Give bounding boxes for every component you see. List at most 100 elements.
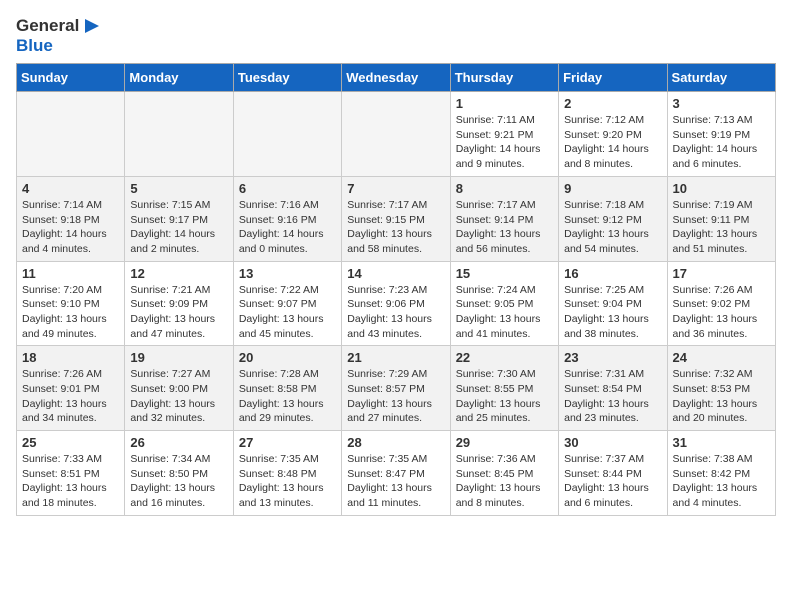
day-info: Sunrise: 7:28 AMSunset: 8:58 PMDaylight:… bbox=[239, 367, 336, 426]
day-info: Sunrise: 7:31 AMSunset: 8:54 PMDaylight:… bbox=[564, 367, 661, 426]
day-cell-29: 29 Sunrise: 7:36 AMSunset: 8:45 PMDayligh… bbox=[450, 431, 558, 516]
day-cell-10: 10 Sunrise: 7:19 AMSunset: 9:11 PMDayligh… bbox=[667, 176, 775, 261]
day-info: Sunrise: 7:21 AMSunset: 9:09 PMDaylight:… bbox=[130, 283, 227, 342]
day-cell-19: 19 Sunrise: 7:27 AMSunset: 9:00 PMDayligh… bbox=[125, 346, 233, 431]
day-number: 4 bbox=[22, 181, 119, 196]
day-number: 19 bbox=[130, 350, 227, 365]
col-header-monday: Monday bbox=[125, 64, 233, 92]
day-number: 3 bbox=[673, 96, 770, 111]
day-number: 2 bbox=[564, 96, 661, 111]
col-header-sunday: Sunday bbox=[17, 64, 125, 92]
day-info: Sunrise: 7:35 AMSunset: 8:47 PMDaylight:… bbox=[347, 452, 444, 511]
day-cell-12: 12 Sunrise: 7:21 AMSunset: 9:09 PMDayligh… bbox=[125, 261, 233, 346]
day-info: Sunrise: 7:24 AMSunset: 9:05 PMDaylight:… bbox=[456, 283, 553, 342]
day-info: Sunrise: 7:32 AMSunset: 8:53 PMDaylight:… bbox=[673, 367, 770, 426]
header: General Blue bbox=[16, 16, 776, 55]
day-info: Sunrise: 7:16 AMSunset: 9:16 PMDaylight:… bbox=[239, 198, 336, 257]
col-header-wednesday: Wednesday bbox=[342, 64, 450, 92]
logo: General Blue bbox=[16, 16, 99, 55]
day-number: 13 bbox=[239, 266, 336, 281]
day-number: 1 bbox=[456, 96, 553, 111]
day-cell-3: 3 Sunrise: 7:13 AMSunset: 9:19 PMDaylight… bbox=[667, 92, 775, 177]
day-info: Sunrise: 7:19 AMSunset: 9:11 PMDaylight:… bbox=[673, 198, 770, 257]
day-cell-2: 2 Sunrise: 7:12 AMSunset: 9:20 PMDaylight… bbox=[559, 92, 667, 177]
day-cell-24: 24 Sunrise: 7:32 AMSunset: 8:53 PMDayligh… bbox=[667, 346, 775, 431]
col-header-tuesday: Tuesday bbox=[233, 64, 341, 92]
day-number: 30 bbox=[564, 435, 661, 450]
day-number: 6 bbox=[239, 181, 336, 196]
day-info: Sunrise: 7:25 AMSunset: 9:04 PMDaylight:… bbox=[564, 283, 661, 342]
logo-chevron-icon bbox=[81, 17, 99, 35]
day-number: 7 bbox=[347, 181, 444, 196]
day-cell-9: 9Sunrise: 7:18 AMSunset: 9:12 PMDaylight… bbox=[559, 176, 667, 261]
day-number: 31 bbox=[673, 435, 770, 450]
day-number: 28 bbox=[347, 435, 444, 450]
day-number: 21 bbox=[347, 350, 444, 365]
day-info: Sunrise: 7:12 AMSunset: 9:20 PMDaylight:… bbox=[564, 113, 661, 172]
day-cell-28: 28 Sunrise: 7:35 AMSunset: 8:47 PMDayligh… bbox=[342, 431, 450, 516]
day-number: 26 bbox=[130, 435, 227, 450]
day-cell-26: 26 Sunrise: 7:34 AMSunset: 8:50 PMDayligh… bbox=[125, 431, 233, 516]
day-cell-1: 1Sunrise: 7:11 AMSunset: 9:21 PMDaylight… bbox=[450, 92, 558, 177]
day-info: Sunrise: 7:29 AMSunset: 8:57 PMDaylight:… bbox=[347, 367, 444, 426]
day-info: Sunrise: 7:18 AMSunset: 9:12 PMDaylight:… bbox=[564, 198, 661, 257]
day-info: Sunrise: 7:15 AMSunset: 9:17 PMDaylight:… bbox=[130, 198, 227, 257]
col-header-thursday: Thursday bbox=[450, 64, 558, 92]
day-cell-8: 8 Sunrise: 7:17 AMSunset: 9:14 PMDaylight… bbox=[450, 176, 558, 261]
day-cell-14: 14 Sunrise: 7:23 AMSunset: 9:06 PMDayligh… bbox=[342, 261, 450, 346]
day-number: 11 bbox=[22, 266, 119, 281]
day-cell-18: 18Sunrise: 7:26 AMSunset: 9:01 PMDayligh… bbox=[17, 346, 125, 431]
day-info: Sunrise: 7:17 AMSunset: 9:15 PMDaylight:… bbox=[347, 198, 444, 257]
day-number: 14 bbox=[347, 266, 444, 281]
day-number: 16 bbox=[564, 266, 661, 281]
day-number: 29 bbox=[456, 435, 553, 450]
day-number: 27 bbox=[239, 435, 336, 450]
day-number: 20 bbox=[239, 350, 336, 365]
day-cell-5: 5 Sunrise: 7:15 AMSunset: 9:17 PMDaylight… bbox=[125, 176, 233, 261]
day-number: 10 bbox=[673, 181, 770, 196]
day-info: Sunrise: 7:36 AMSunset: 8:45 PMDaylight:… bbox=[456, 452, 553, 511]
day-number: 8 bbox=[456, 181, 553, 196]
day-number: 22 bbox=[456, 350, 553, 365]
logo-general: General bbox=[16, 16, 79, 36]
day-info: Sunrise: 7:27 AMSunset: 9:00 PMDaylight:… bbox=[130, 367, 227, 426]
empty-cell bbox=[233, 92, 341, 177]
day-cell-25: 25Sunrise: 7:33 AMSunset: 8:51 PMDayligh… bbox=[17, 431, 125, 516]
day-info: Sunrise: 7:13 AMSunset: 9:19 PMDaylight:… bbox=[673, 113, 770, 172]
day-cell-20: 20 Sunrise: 7:28 AMSunset: 8:58 PMDayligh… bbox=[233, 346, 341, 431]
empty-cell bbox=[342, 92, 450, 177]
day-info: Sunrise: 7:17 AMSunset: 9:14 PMDaylight:… bbox=[456, 198, 553, 257]
day-cell-21: 21 Sunrise: 7:29 AMSunset: 8:57 PMDayligh… bbox=[342, 346, 450, 431]
day-info: Sunrise: 7:34 AMSunset: 8:50 PMDaylight:… bbox=[130, 452, 227, 511]
day-number: 5 bbox=[130, 181, 227, 196]
day-number: 24 bbox=[673, 350, 770, 365]
day-cell-22: 22 Sunrise: 7:30 AMSunset: 8:55 PMDayligh… bbox=[450, 346, 558, 431]
day-info: Sunrise: 7:20 AMSunset: 9:10 PMDaylight:… bbox=[22, 283, 119, 342]
day-cell-4: 4 Sunrise: 7:14 AMSunset: 9:18 PMDaylight… bbox=[17, 176, 125, 261]
calendar-table: SundayMondayTuesdayWednesdayThursdayFrid… bbox=[16, 63, 776, 516]
day-cell-30: 30 Sunrise: 7:37 AMSunset: 8:44 PMDayligh… bbox=[559, 431, 667, 516]
day-cell-11: 11 Sunrise: 7:20 AMSunset: 9:10 PMDayligh… bbox=[17, 261, 125, 346]
day-number: 17 bbox=[673, 266, 770, 281]
day-number: 25 bbox=[22, 435, 119, 450]
day-cell-17: 17 Sunrise: 7:26 AMSunset: 9:02 PMDayligh… bbox=[667, 261, 775, 346]
day-info: Sunrise: 7:22 AMSunset: 9:07 PMDaylight:… bbox=[239, 283, 336, 342]
logo-blue: Blue bbox=[16, 36, 99, 56]
day-cell-6: 6 Sunrise: 7:16 AMSunset: 9:16 PMDaylight… bbox=[233, 176, 341, 261]
day-info: Sunrise: 7:38 AMSunset: 8:42 PMDaylight:… bbox=[673, 452, 770, 511]
day-info: Sunrise: 7:37 AMSunset: 8:44 PMDaylight:… bbox=[564, 452, 661, 511]
day-number: 12 bbox=[130, 266, 227, 281]
col-header-friday: Friday bbox=[559, 64, 667, 92]
day-info: Sunrise: 7:14 AMSunset: 9:18 PMDaylight:… bbox=[22, 198, 119, 257]
day-info: Sunrise: 7:26 AMSunset: 9:01 PMDaylight:… bbox=[22, 367, 119, 426]
day-number: 23 bbox=[564, 350, 661, 365]
day-cell-15: 15Sunrise: 7:24 AMSunset: 9:05 PMDayligh… bbox=[450, 261, 558, 346]
day-info: Sunrise: 7:26 AMSunset: 9:02 PMDaylight:… bbox=[673, 283, 770, 342]
col-header-saturday: Saturday bbox=[667, 64, 775, 92]
day-cell-31: 31 Sunrise: 7:38 AMSunset: 8:42 PMDayligh… bbox=[667, 431, 775, 516]
day-info: Sunrise: 7:35 AMSunset: 8:48 PMDaylight:… bbox=[239, 452, 336, 511]
day-info: Sunrise: 7:23 AMSunset: 9:06 PMDaylight:… bbox=[347, 283, 444, 342]
day-info: Sunrise: 7:30 AMSunset: 8:55 PMDaylight:… bbox=[456, 367, 553, 426]
empty-cell bbox=[17, 92, 125, 177]
empty-cell bbox=[125, 92, 233, 177]
